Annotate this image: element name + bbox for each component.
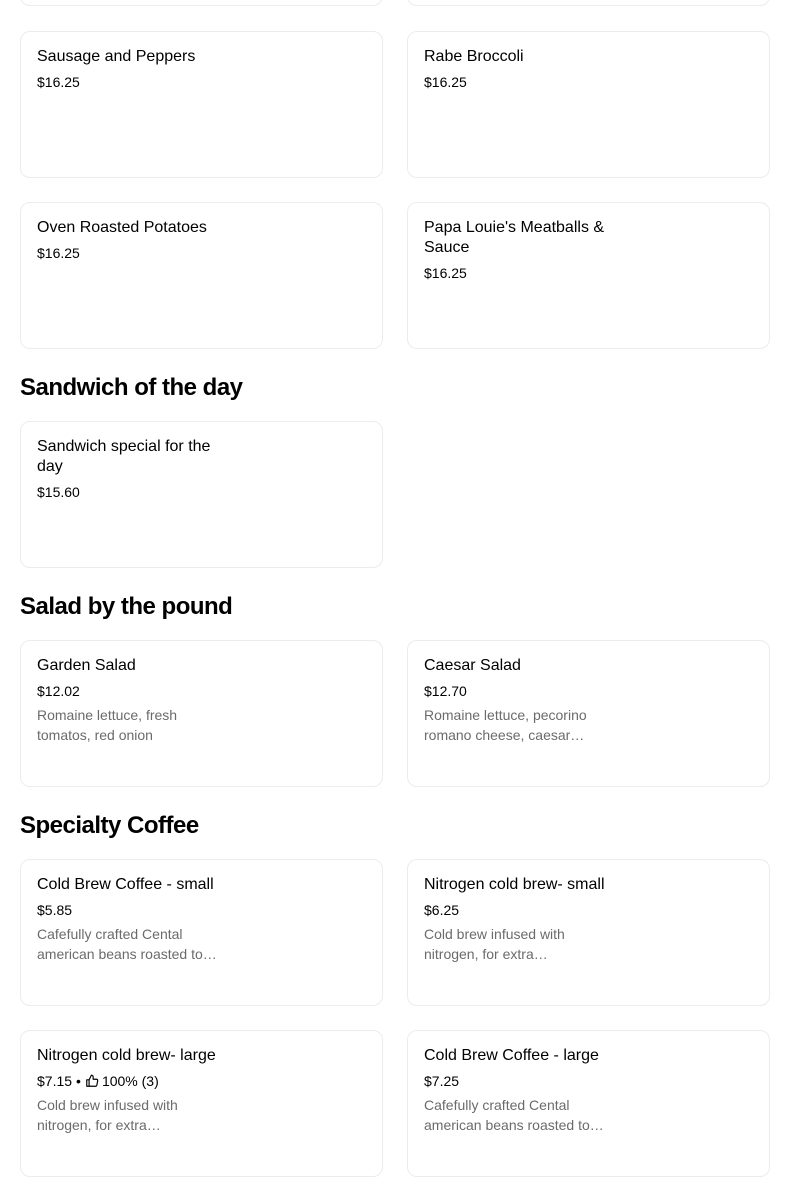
menu-item-price: $12.02 [37, 683, 80, 699]
menu-item-description: Romaine lettuce, pecorino romano cheese,… [424, 707, 587, 743]
menu-item-info: Oven Roasted Potatoes $16.25 [37, 218, 227, 263]
menu-item-card[interactable]: Garden Salad $12.02 Romaine lettuce, fre… [20, 640, 383, 787]
menu-item-description: Cold brew infused with nitrogen, for ext… [37, 1097, 178, 1133]
menu-item-price-row: $5.85 [37, 900, 227, 920]
menu-item-price-row: $12.70 [424, 681, 614, 701]
menu-item-price-row: $16.25 [37, 243, 227, 263]
menu-item-info: Sandwich special for the day $15.60 [37, 437, 227, 502]
menu-item-price: $16.25 [424, 74, 467, 90]
menu-item-card[interactable]: Cold Brew Coffee - large $7.25 Cafefully… [407, 1030, 770, 1177]
menu-item-price-row: $15.60 [37, 482, 227, 502]
menu-item-info: Cold Brew Coffee - small $5.85 Cafefully… [37, 875, 227, 964]
menu-item-info: Garden Salad $12.02 Romaine lettuce, fre… [37, 656, 227, 745]
menu-item-info: Rabe Broccoli $16.25 [424, 47, 614, 92]
menu-item-info: Caesar Salad $12.70 Romaine lettuce, pec… [424, 656, 614, 745]
menu-item-price-row: $12.02 [37, 681, 227, 701]
menu-item-card[interactable]: Sausage and Peppers $16.25 [20, 31, 383, 178]
menu-item-card[interactable]: Nitrogen cold brew- small $6.25 Cold bre… [407, 859, 770, 1006]
menu-item-price-row: $16.25 [37, 72, 227, 92]
menu-item-price: $5.85 [37, 902, 73, 918]
menu-item-card[interactable]: Papa Louie's Meatballs & Sauce $16.25 [407, 202, 770, 349]
menu-page: Sausage and Peppers $16.25 Rabe Broccoli… [0, 0, 804, 1187]
menu-item-price-row: $7.25 [424, 1071, 614, 1091]
menu-item-info: Nitrogen cold brew- small $6.25 Cold bre… [424, 875, 614, 964]
menu-item-rating: 100% (3) [101, 1073, 159, 1089]
menu-item-card[interactable] [20, 0, 383, 6]
menu-item-name: Nitrogen cold brew- large [37, 1047, 216, 1064]
section-title-specialty-coffee: Specialty Coffee [20, 812, 199, 839]
menu-item-price: $7.15 [37, 1073, 73, 1089]
menu-item-card[interactable] [407, 0, 770, 6]
menu-item-info: Papa Louie's Meatballs & Sauce $16.25 [424, 218, 614, 283]
menu-item-name: Cold Brew Coffee - large [424, 1047, 599, 1064]
menu-item-card[interactable]: Sandwich special for the day $15.60 [20, 421, 383, 568]
menu-item-price: $12.70 [424, 683, 467, 699]
menu-item-name: Caesar Salad [424, 657, 521, 674]
menu-item-card[interactable]: Oven Roasted Potatoes $16.25 [20, 202, 383, 349]
section-title-salad-by-the-pound: Salad by the pound [20, 593, 233, 620]
section-title-sandwich-of-the-day: Sandwich of the day [20, 374, 243, 401]
menu-item-price: $16.25 [424, 265, 467, 281]
menu-item-name: Oven Roasted Potatoes [37, 219, 207, 236]
thumbs-up-icon [86, 1074, 99, 1087]
menu-item-description: Cold brew infused with nitrogen, for ext… [424, 926, 565, 962]
menu-item-price: $6.25 [424, 902, 460, 918]
menu-item-price: $7.25 [424, 1073, 460, 1089]
menu-item-price-row: $16.25 [424, 72, 614, 92]
menu-item-name: Sausage and Peppers [37, 48, 196, 65]
menu-item-card[interactable]: Cold Brew Coffee - small $5.85 Cafefully… [20, 859, 383, 1006]
menu-item-card[interactable]: Caesar Salad $12.70 Romaine lettuce, pec… [407, 640, 770, 787]
menu-item-name: Nitrogen cold brew- small [424, 876, 605, 893]
menu-item-card[interactable]: Nitrogen cold brew- large $7.15 • 100% (… [20, 1030, 383, 1177]
menu-item-info: Nitrogen cold brew- large $7.15 • 100% (… [37, 1046, 227, 1135]
menu-item-price-row: $16.25 [424, 263, 614, 283]
menu-item-name: Sandwich special for the day [37, 438, 211, 475]
menu-item-name: Papa Louie's Meatballs & Sauce [424, 219, 605, 256]
menu-item-card[interactable]: Rabe Broccoli $16.25 [407, 31, 770, 178]
menu-item-name: Garden Salad [37, 657, 136, 674]
menu-item-description: Romaine lettuce, fresh tomatos, red onio… [37, 707, 178, 743]
price-separator: • [76, 1073, 81, 1089]
menu-item-name: Cold Brew Coffee - small [37, 876, 214, 893]
menu-item-price: $16.25 [37, 245, 80, 261]
menu-item-price: $15.60 [37, 484, 80, 500]
menu-item-info: Cold Brew Coffee - large $7.25 Cafefully… [424, 1046, 614, 1135]
menu-item-description: Cafefully crafted Cental american beans … [424, 1097, 604, 1133]
menu-item-price: $16.25 [37, 74, 80, 90]
menu-item-description: Cafefully crafted Cental american beans … [37, 926, 217, 962]
menu-item-info: Sausage and Peppers $16.25 [37, 47, 227, 92]
menu-item-price-row: $6.25 [424, 900, 614, 920]
menu-item-name: Rabe Broccoli [424, 48, 524, 65]
menu-item-price-row: $7.15 • 100% (3) [37, 1071, 227, 1091]
